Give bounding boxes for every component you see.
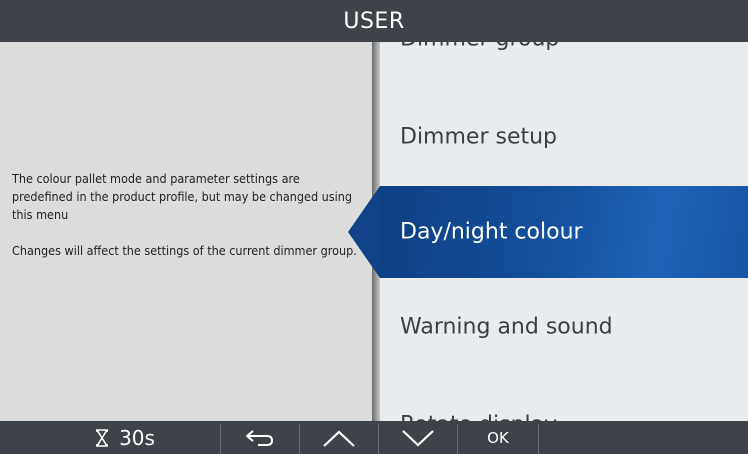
help-paragraph-2: Changes will affect the settings of the … (12, 243, 357, 258)
help-paragraph-1: The colour pallet mode and parameter set… (12, 171, 353, 222)
back-button[interactable] (221, 421, 299, 454)
selection-pointer (348, 186, 380, 278)
timeout-indicator: 30s (30, 421, 220, 454)
scroll-up-button[interactable] (300, 421, 378, 454)
menu-item-rotate-display[interactable]: Rotate display (380, 379, 748, 422)
menu-item-dimmer-group[interactable]: Dimmer group (380, 42, 748, 85)
back-arrow-icon (246, 429, 273, 446)
title-bar: USER (0, 0, 748, 42)
menu-item-day-night-colour[interactable]: Day/night colour (380, 186, 748, 278)
toolbar-separator (538, 424, 539, 454)
menu-item-label: Rotate display (400, 413, 557, 422)
hourglass-icon (96, 428, 109, 447)
ok-button[interactable]: OK (458, 421, 538, 454)
help-panel: The colour pallet mode and parameter set… (0, 42, 372, 421)
settings-menu[interactable]: Dimmer group Dimmer setup Day/night colo… (380, 42, 748, 421)
ok-label: OK (487, 428, 509, 447)
page-title: USER (343, 9, 405, 34)
menu-item-label: Day/night colour (400, 219, 583, 245)
menu-item-label: Dimmer group (400, 42, 559, 52)
menu-item-label: Warning and sound (400, 314, 613, 340)
bottom-toolbar: 30s OK (0, 421, 748, 454)
chevron-down-icon (402, 429, 434, 447)
scroll-down-button[interactable] (379, 421, 457, 454)
help-text: The colour pallet mode and parameter set… (12, 170, 357, 260)
menu-item-warning-and-sound[interactable]: Warning and sound (380, 281, 748, 373)
menu-item-label: Dimmer setup (400, 124, 558, 150)
chevron-up-icon (323, 429, 355, 447)
menu-item-dimmer-setup[interactable]: Dimmer setup (380, 91, 748, 183)
timeout-label: 30s (119, 425, 155, 450)
